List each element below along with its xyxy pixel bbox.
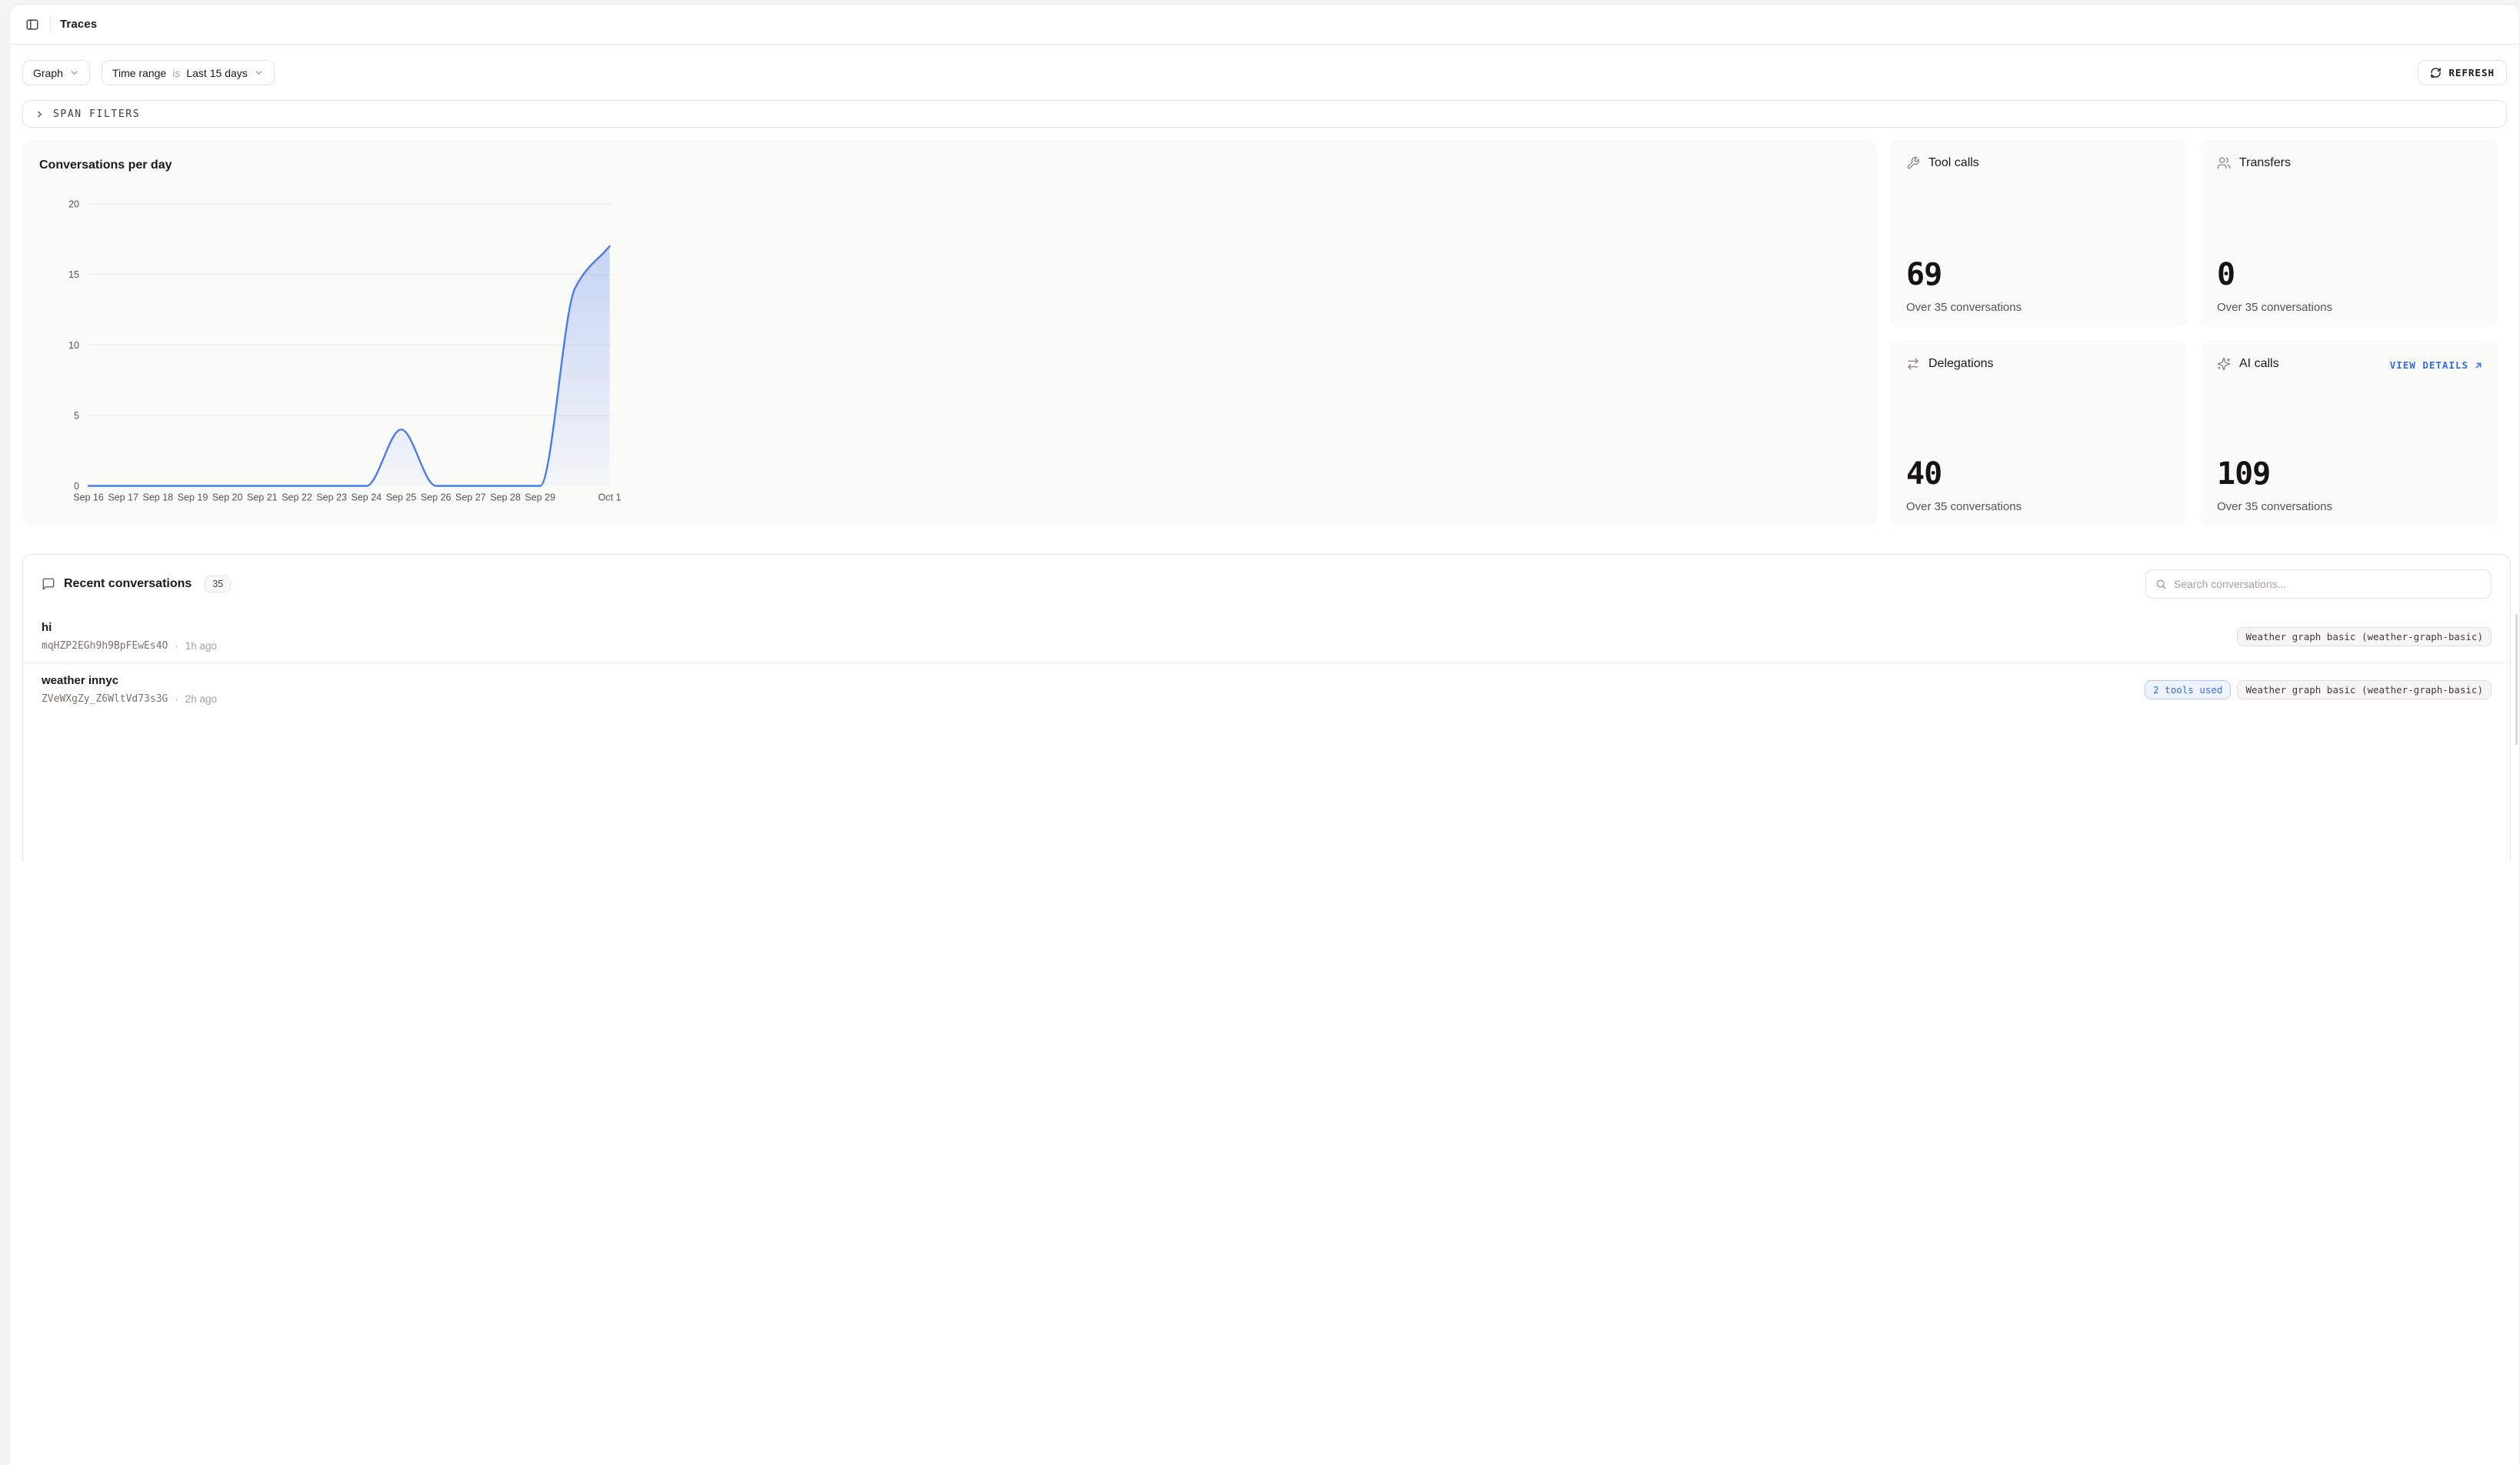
chevron-down-icon: [69, 68, 79, 78]
svg-text:20: 20: [68, 199, 79, 210]
svg-text:0: 0: [74, 481, 79, 492]
svg-text:Sep 20: Sep 20: [212, 492, 243, 503]
agent-badge: Weather graph basic (weather-graph-basic…: [2237, 680, 2492, 699]
search-conversations-box[interactable]: [2145, 569, 2492, 599]
stat-caption: Over 35 conversations: [1906, 301, 2171, 314]
time-range-value: Last 15 days: [186, 67, 247, 79]
conversation-meta: ZVeWXgZy_Z6WltVd73s3G · 2h ago: [42, 693, 217, 705]
conversation-time: 1h ago: [185, 640, 217, 652]
stat-title: AI calls: [2239, 357, 2279, 371]
svg-text:Sep 26: Sep 26: [421, 492, 452, 503]
view-details-label: VIEW DETAILS: [2390, 359, 2468, 371]
conversation-time: 2h ago: [185, 693, 217, 705]
search-input[interactable]: [2174, 578, 2482, 590]
stat-title: Delegations: [1928, 357, 1994, 371]
sparkles-icon: [2217, 357, 2231, 371]
panel-left-icon: [25, 18, 39, 32]
svg-text:Sep 27: Sep 27: [455, 492, 486, 503]
span-filters-label: SPAN FILTERS: [53, 108, 140, 120]
refresh-label: REFRESH: [2448, 67, 2495, 78]
time-range-filter[interactable]: Time range is Last 15 days: [102, 60, 275, 85]
conversation-row[interactable]: hi mqHZP2EGh9h9BpFEwEs4O · 1h ago Weathe…: [23, 610, 2510, 662]
stat-card-delegations: Delegations 40 Over 35 conversations: [1889, 341, 2188, 526]
refresh-button[interactable]: REFRESH: [2418, 60, 2507, 85]
svg-text:10: 10: [68, 340, 79, 351]
recent-conversations-title: Recent conversations: [64, 577, 192, 591]
svg-text:Sep 25: Sep 25: [386, 492, 417, 503]
stat-card-transfers: Transfers 0 Over 35 conversations: [2200, 140, 2498, 327]
conversation-info: weather innyc ZVeWXgZy_Z6WltVd73s3G · 2h…: [42, 674, 217, 705]
svg-text:5: 5: [74, 410, 79, 421]
stat-value: 109: [2217, 459, 2482, 489]
conversation-id: ZVeWXgZy_Z6WltVd73s3G: [42, 693, 168, 705]
conversation-badges: Weather graph basic (weather-graph-basic…: [2237, 627, 2492, 646]
chat-bubble-icon: [42, 577, 55, 591]
dashboard-grid: Conversations per day 0 5 10 15 20 Sep 16 Sep …: [22, 140, 2498, 526]
chevron-down-icon: [254, 68, 264, 78]
stat-card-header: Transfers: [2217, 156, 2482, 170]
view-mode-label: Graph: [33, 67, 63, 79]
conversations-chart-card: Conversations per day 0 5 10 15 20 Sep 16 Sep …: [22, 140, 1877, 526]
page-title: Traces: [60, 18, 97, 31]
view-details-link[interactable]: VIEW DETAILS: [2390, 359, 2483, 371]
svg-text:Sep 18: Sep 18: [143, 492, 174, 503]
svg-text:Oct 1: Oct 1: [598, 492, 622, 503]
time-range-field: Time range: [112, 67, 166, 79]
search-icon: [2155, 579, 2167, 590]
swap-arrows-icon: [1906, 357, 1920, 371]
recent-conversations-card: Recent conversations 35 hi mqHZP2EGh9h9B…: [22, 554, 2511, 862]
stat-card-header: Delegations: [1906, 357, 2171, 371]
svg-text:Sep 23: Sep 23: [316, 492, 347, 503]
svg-text:Sep 28: Sep 28: [490, 492, 521, 503]
svg-text:15: 15: [68, 269, 79, 280]
svg-text:Sep 19: Sep 19: [178, 492, 208, 503]
svg-text:Sep 17: Sep 17: [108, 492, 138, 503]
view-mode-dropdown[interactable]: Graph: [22, 60, 90, 85]
stat-caption: Over 35 conversations: [2217, 500, 2482, 513]
time-range-operator: is: [172, 67, 180, 79]
agent-badge: Weather graph basic (weather-graph-basic…: [2237, 627, 2492, 646]
svg-text:Sep 21: Sep 21: [247, 492, 278, 503]
users-icon: [2217, 156, 2231, 170]
meta-separator: ·: [175, 693, 178, 705]
scrollbar-thumb[interactable]: [2515, 614, 2518, 745]
header-divider: [50, 16, 51, 33]
recent-conversations-header: Recent conversations 35: [23, 555, 2510, 610]
conversations-chart: 0 5 10 15 20 Sep 16 Sep 17 Sep 18 Sep 19 Sep 20 Se…: [22, 186, 630, 509]
wrench-icon: [1906, 156, 1920, 170]
stat-title: Transfers: [2239, 156, 2291, 170]
stat-title: Tool calls: [1928, 156, 1979, 170]
refresh-icon: [2430, 67, 2442, 78]
meta-separator: ·: [175, 640, 178, 652]
toolbar: Graph Time range is Last 15 days REFRESH: [22, 60, 2507, 85]
conversation-count-badge: 35: [205, 576, 231, 592]
header: Traces: [10, 5, 2519, 45]
stat-caption: Over 35 conversations: [2217, 301, 2482, 314]
tools-used-badge: 2 tools used: [2145, 680, 2231, 699]
stat-card-tool-calls: Tool calls 69 Over 35 conversations: [1889, 140, 2188, 327]
conversation-badges: 2 tools used Weather graph basic (weathe…: [2145, 680, 2492, 699]
conversation-meta: mqHZP2EGh9h9BpFEwEs4O · 1h ago: [42, 640, 217, 652]
svg-text:Sep 24: Sep 24: [352, 492, 382, 503]
arrow-up-right-icon: [2474, 361, 2483, 370]
conversation-title: hi: [42, 621, 217, 634]
stat-value: 0: [2217, 259, 2482, 290]
main-content-panel: Traces Graph Time range is Last 15 days …: [9, 4, 2520, 1465]
stat-caption: Over 35 conversations: [1906, 500, 2171, 513]
svg-text:Sep 16: Sep 16: [73, 492, 104, 503]
span-filters-toggle[interactable]: SPAN FILTERS: [22, 100, 2507, 128]
sidebar-toggle-button[interactable]: [21, 13, 44, 36]
svg-text:Sep 29: Sep 29: [525, 492, 555, 503]
stat-card-header: Tool calls: [1906, 156, 2171, 170]
stat-value: 40: [1906, 459, 2171, 489]
svg-text:Sep 22: Sep 22: [282, 492, 312, 503]
chart-title: Conversations per day: [39, 159, 172, 172]
conversation-id: mqHZP2EGh9h9BpFEwEs4O: [42, 640, 168, 652]
chevron-right-icon: [35, 109, 45, 119]
conversation-title: weather innyc: [42, 674, 217, 687]
stat-card-ai-calls: AI calls VIEW DETAILS 109 Over 35 conver…: [2200, 341, 2498, 526]
conversation-row[interactable]: weather innyc ZVeWXgZy_Z6WltVd73s3G · 2h…: [23, 662, 2510, 716]
conversation-info: hi mqHZP2EGh9h9BpFEwEs4O · 1h ago: [42, 621, 217, 652]
stat-value: 69: [1906, 259, 2171, 290]
